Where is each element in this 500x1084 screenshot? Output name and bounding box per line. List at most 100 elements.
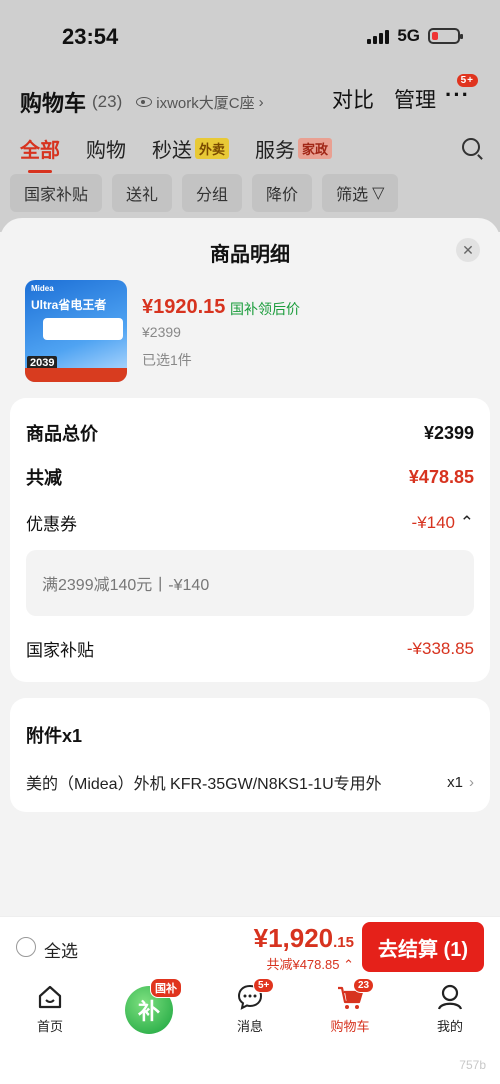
- filter-screen-label: 筛选: [336, 187, 369, 204]
- profile-icon: [437, 984, 463, 1010]
- compare-button[interactable]: 对比: [332, 84, 374, 114]
- watermark: 757b: [459, 1058, 486, 1072]
- tab-label: 首页: [36, 1019, 63, 1034]
- sheet-title: 商品明细: [210, 244, 290, 266]
- coupon-value: -¥140: [411, 512, 456, 532]
- status-time: 23:54: [62, 24, 119, 49]
- total-label: 商品总价: [26, 424, 98, 444]
- tab-label: 购物: [86, 139, 126, 162]
- tab-label: 我的: [436, 1019, 463, 1034]
- reduce-label: 共减: [26, 468, 62, 488]
- more-button[interactable]: ··· 5+: [445, 74, 478, 108]
- cart-header: 购物车 (23) ixwork大厦C座 › 对比 管理 ··· 5+: [20, 74, 480, 122]
- status-bar: 23:54 5G: [0, 0, 500, 72]
- close-button[interactable]: ✕: [456, 238, 480, 262]
- reduce-row: 共减 ¥478.85: [26, 464, 474, 490]
- subsidy-label: 国家补贴: [26, 641, 94, 660]
- tab-instant[interactable]: 秒送 外卖: [152, 134, 230, 163]
- accessory-card: 附件x1 美的（Midea）外机 KFR-35GW/N8KS1-1U专用外 x1…: [10, 698, 490, 812]
- total-row: 商品总价 ¥2399: [26, 420, 474, 446]
- air-conditioner-illustration: [43, 318, 123, 340]
- manage-button[interactable]: 管理: [394, 84, 436, 114]
- cart-page-background: 购物车 (23) ixwork大厦C座 › 对比 管理 ··· 5+ 全部 购物…: [0, 72, 500, 232]
- subsidy-badge: 国补: [150, 978, 182, 998]
- accessory-qty-group: x1 ›: [447, 774, 474, 791]
- product-price: ¥1920.15: [142, 296, 226, 318]
- product-selected-count: 已选1件: [142, 352, 192, 368]
- image-brand: Midea: [31, 284, 54, 293]
- home-icon: [38, 985, 62, 1009]
- coupon-detail: 满2399减140元丨-¥140: [26, 550, 474, 616]
- cart-badge: 23: [353, 978, 375, 993]
- filter-row: 国家补贴 送礼 分组 降价 筛选 ▽: [10, 174, 490, 214]
- close-icon: ✕: [462, 241, 474, 258]
- coupon-value-group: -¥140 ⌃: [412, 513, 474, 533]
- filter-group[interactable]: 分组: [182, 174, 243, 212]
- message-icon-wrap: 5+: [235, 978, 275, 1012]
- filter-price-drop[interactable]: 降价: [252, 174, 313, 212]
- filter-subsidy[interactable]: 国家补贴: [10, 174, 103, 212]
- filter-screen[interactable]: 筛选 ▽: [322, 174, 399, 212]
- product-image[interactable]: Midea Ultra省电王者 2039: [25, 280, 127, 382]
- search-icon[interactable]: [462, 138, 480, 156]
- chevron-up-icon: ⌃: [459, 512, 474, 532]
- checkout-button[interactable]: 去结算 (1): [362, 922, 484, 972]
- reduce-value: ¥478.85: [408, 466, 474, 487]
- subsidy-button-label: 补: [137, 999, 160, 1024]
- total-save: 共减¥478.85 ⌃: [254, 954, 354, 973]
- eye-icon: [136, 97, 153, 107]
- image-banner-strip: [25, 368, 127, 382]
- accessory-name: 美的（Midea）外机 KFR-35GW/N8KS1-1U专用外: [26, 776, 382, 793]
- select-all-radio[interactable]: [16, 937, 36, 957]
- tab-all[interactable]: 全部: [20, 134, 60, 173]
- location-selector[interactable]: ixwork大厦C座 ›: [136, 92, 264, 113]
- accessory-title: 附件x1: [26, 726, 83, 746]
- tab-profile[interactable]: 我的: [400, 982, 500, 1035]
- product-original-price: ¥2399: [142, 324, 181, 340]
- total-cents: .15: [333, 934, 354, 951]
- tab-label: 消息: [236, 1019, 263, 1034]
- chevron-right-icon: ›: [469, 773, 474, 791]
- chevron-up-icon: ⌃: [343, 957, 354, 972]
- funnel-icon: ▽: [372, 185, 385, 202]
- message-badge: 5+: [253, 978, 275, 993]
- cart-count: (23): [92, 92, 123, 111]
- coupon-label: 优惠券: [26, 515, 77, 534]
- total-price-block[interactable]: ¥1,920.15 共减¥478.85 ⌃: [254, 923, 354, 973]
- coupon-row[interactable]: 优惠券 -¥140 ⌃: [26, 510, 474, 535]
- total-price: ¥1,920.15: [254, 923, 354, 954]
- tab-service[interactable]: 服务 家政: [255, 134, 333, 163]
- checkout-bar: 全选 ¥1,920.15 共减¥478.85 ⌃ 去结算 (1): [0, 916, 500, 978]
- cart-icon-wrap: 23: [335, 978, 375, 1012]
- tab-home[interactable]: 首页: [0, 982, 100, 1035]
- total-main: ¥1,920: [253, 923, 334, 953]
- subsidy-value: -¥338.85: [406, 638, 474, 658]
- battery-icon: [428, 28, 463, 44]
- product-price-note: 国补领后价: [230, 301, 300, 317]
- signal-icon: [367, 28, 390, 44]
- housekeeping-tag: 家政: [298, 137, 333, 159]
- subsidy-row: 国家补贴 -¥338.85: [26, 636, 474, 661]
- bottom-tabbar: 首页 补 国补 5+ 消息 23 购物车 我的: [0, 978, 500, 1084]
- filter-gift[interactable]: 送礼: [112, 174, 173, 212]
- tab-cart[interactable]: 23 购物车: [300, 978, 400, 1035]
- tab-label: 购物车: [330, 1019, 370, 1034]
- category-tabs: 全部 购物 秒送 外卖 服务 家政: [20, 132, 480, 173]
- tab-label: 全部: [20, 139, 60, 162]
- more-badge: 5+: [456, 74, 478, 87]
- total-value: ¥2399: [423, 422, 474, 443]
- page-title: 购物车: [20, 91, 87, 116]
- tab-messages[interactable]: 5+ 消息: [200, 978, 300, 1035]
- select-all-label[interactable]: 全选: [44, 937, 78, 962]
- tab-label: 秒送: [152, 139, 192, 162]
- network-type: 5G: [397, 26, 420, 45]
- total-save-label: 共减¥478.85: [266, 957, 340, 972]
- status-indicators: 5G: [367, 26, 463, 46]
- tab-shopping[interactable]: 购物: [86, 134, 126, 163]
- location-label: ixwork大厦C座: [156, 94, 255, 112]
- price-summary-card: 商品总价 ¥2399 共减 ¥478.85 优惠券 -¥140 ⌃ 满2399减…: [10, 398, 490, 682]
- takeout-tag: 外卖: [195, 137, 230, 159]
- accessory-item[interactable]: 美的（Midea）外机 KFR-35GW/N8KS1-1U专用外 x1 ›: [26, 770, 474, 794]
- accessory-qty: x1: [447, 773, 463, 791]
- chevron-right-icon: ›: [258, 93, 264, 111]
